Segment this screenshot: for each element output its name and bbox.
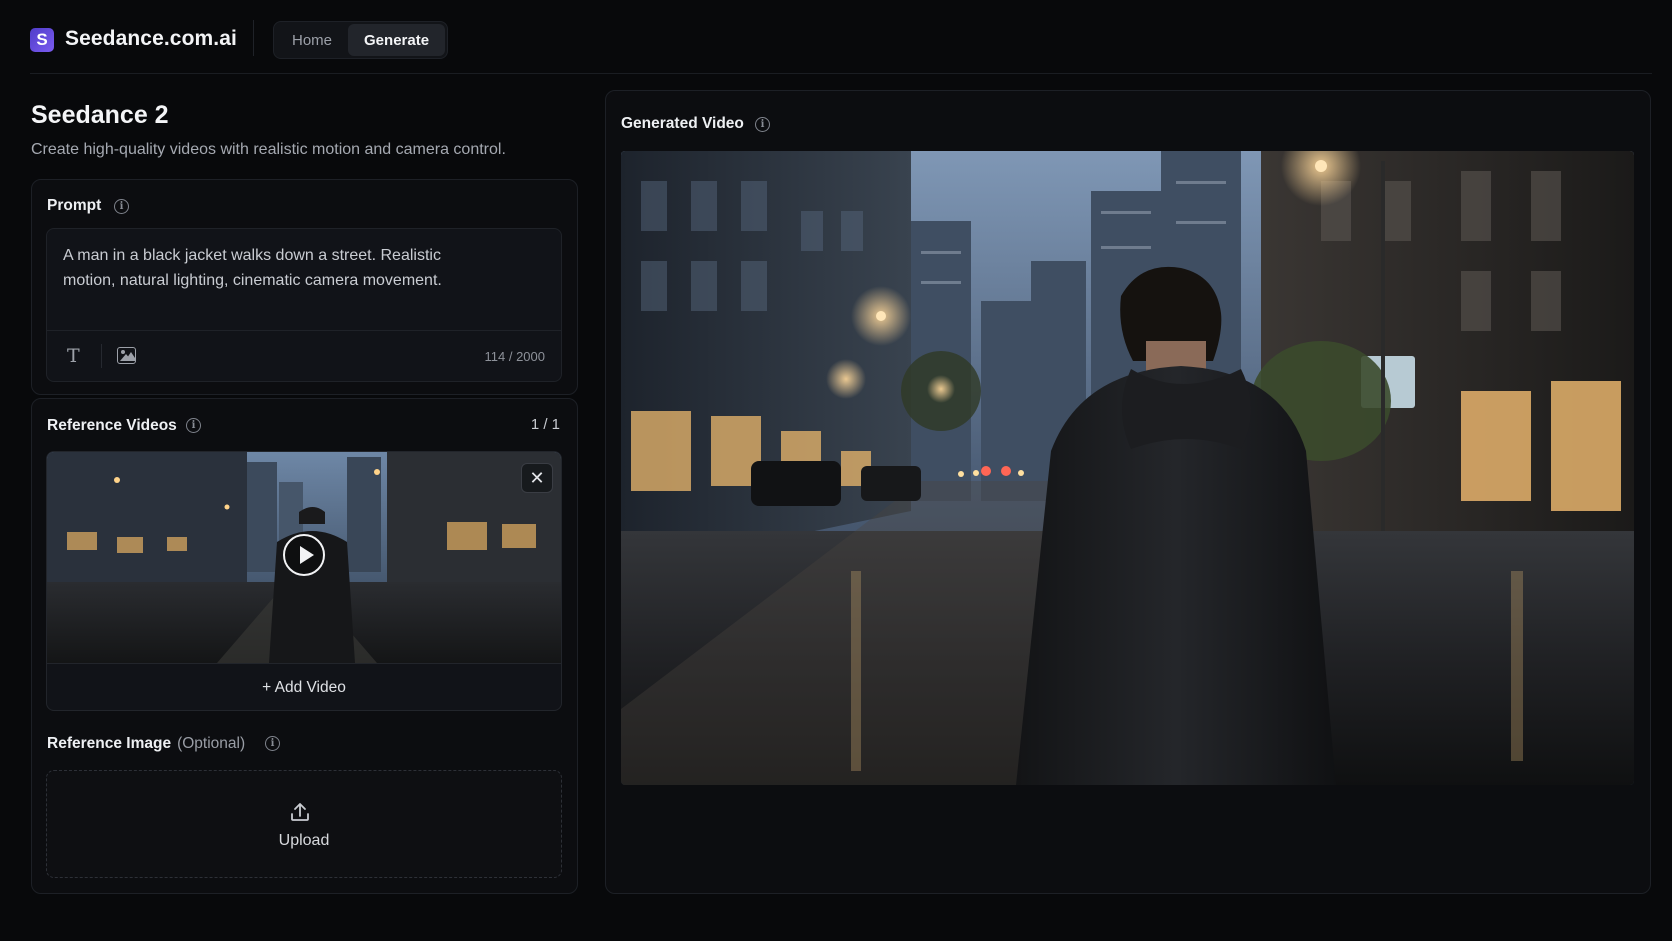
generated-video-label: Generated Video xyxy=(621,115,744,132)
reference-image-info-icon[interactable]: i xyxy=(265,736,280,751)
prompt-toolbar-divider xyxy=(47,330,561,331)
reference-video-card: ✕ + Add Video xyxy=(46,451,562,711)
add-video-button[interactable]: + Add Video xyxy=(47,663,561,710)
upload-icon xyxy=(291,803,309,821)
page-title: Seedance 2 xyxy=(31,101,169,129)
reference-videos-info-icon[interactable]: i xyxy=(186,418,201,433)
nav-tab-home[interactable]: Home xyxy=(276,24,348,56)
char-count: 114 / 2000 xyxy=(484,349,545,364)
header-divider-line xyxy=(30,73,1652,74)
brand-name[interactable]: Seedance.com.ai xyxy=(65,27,237,51)
optional-tag: (Optional) xyxy=(177,735,246,752)
reference-image-title: Reference Image xyxy=(47,735,172,752)
prompt-label: Prompt xyxy=(47,197,102,214)
logo-icon[interactable]: S xyxy=(30,28,54,52)
upload-label: Upload xyxy=(278,832,330,849)
text-tool-icon[interactable]: T xyxy=(67,345,80,367)
header-divider xyxy=(253,20,254,56)
prompt-input[interactable]: A man in a black jacket walks down a str… xyxy=(46,228,562,382)
reference-videos-label: Reference Videos xyxy=(47,417,177,434)
image-tool-icon[interactable] xyxy=(117,347,136,364)
upload-dropzone[interactable]: Upload xyxy=(46,770,562,878)
prompt-text[interactable]: A man in a black jacket walks down a str… xyxy=(63,243,493,293)
reference-video-count: 1 / 1 xyxy=(530,416,560,433)
nav-tab-generate[interactable]: Generate xyxy=(348,24,446,56)
generated-video-frame xyxy=(621,151,1634,785)
page-subtitle: Create high-quality videos with realisti… xyxy=(31,141,506,158)
generated-video-info-icon[interactable]: i xyxy=(755,117,770,132)
app-header: S Seedance.com.ai Home Generate xyxy=(0,0,1672,74)
toolbar-divider xyxy=(101,344,102,368)
main-nav: Home Generate xyxy=(273,21,449,59)
reference-image-label: Reference Image (Optional) xyxy=(47,735,245,753)
reference-video-thumbnail[interactable]: ✕ xyxy=(47,452,561,663)
play-icon[interactable] xyxy=(283,534,325,576)
prompt-info-icon[interactable]: i xyxy=(114,199,129,214)
remove-video-button[interactable]: ✕ xyxy=(521,463,553,493)
generated-video-player[interactable] xyxy=(621,151,1634,785)
